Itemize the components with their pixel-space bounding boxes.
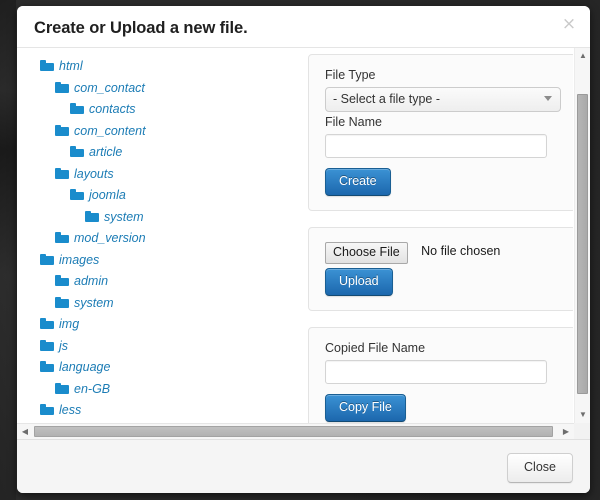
scroll-up-arrow-icon[interactable]: ▲: [575, 48, 590, 64]
tree-item-label: mod_version: [74, 231, 146, 245]
tree-item-admin[interactable]: admin: [17, 271, 287, 293]
folder-icon: [40, 254, 54, 265]
file-chooser-row: Choose File No file chosen: [325, 242, 559, 264]
tree-item-label: layouts: [74, 167, 114, 181]
modal-header: Create or Upload a new file. ×: [17, 6, 590, 48]
copied-file-name-input[interactable]: [325, 360, 547, 384]
tree-item-system[interactable]: system: [17, 207, 287, 229]
choose-file-button[interactable]: Choose File: [325, 242, 408, 264]
tree-item-label: js: [59, 339, 68, 353]
folder-icon: [55, 297, 69, 308]
folder-icon: [70, 103, 84, 114]
modal-footer: Close: [17, 439, 590, 493]
create-upload-file-modal: Create or Upload a new file. × html com_c…: [17, 6, 590, 493]
folder-icon: [55, 168, 69, 179]
horizontal-scrollbar[interactable]: ◀ ▶: [17, 423, 590, 439]
create-file-panel: File Type - Select a file type - File Na…: [308, 54, 573, 211]
no-file-chosen-text: No file chosen: [421, 244, 500, 258]
folder-icon: [55, 383, 69, 394]
copied-file-name-label: Copied File Name: [325, 340, 559, 356]
folder-icon: [55, 82, 69, 93]
tree-item-images[interactable]: images: [17, 250, 287, 272]
vertical-scrollbar-thumb[interactable]: [577, 94, 588, 394]
tree-item-label: system: [74, 296, 114, 310]
tree-item-system[interactable]: system: [17, 293, 287, 315]
folder-icon: [85, 211, 99, 222]
tree-item-label: img: [59, 317, 79, 331]
file-type-select-wrapper: - Select a file type -: [325, 87, 561, 112]
file-name-label: File Name: [325, 114, 559, 130]
folder-icon: [40, 361, 54, 372]
actions-column: File Type - Select a file type - File Na…: [308, 54, 573, 423]
folder-icon: [40, 60, 54, 71]
horizontal-scrollbar-thumb[interactable]: [34, 426, 553, 437]
folder-tree: html com_contact contacts com_contentarticl…: [17, 56, 287, 422]
tree-item-label: images: [59, 253, 99, 267]
page-title: Create or Upload a new file.: [34, 18, 248, 38]
tree-item-language[interactable]: language: [17, 357, 287, 379]
folder-icon: [40, 404, 54, 415]
vertical-scrollbar[interactable]: ▲ ▼: [574, 48, 590, 423]
tree-item-article[interactable]: article: [17, 142, 287, 164]
tree-item-com_content[interactable]: com_content: [17, 121, 287, 143]
tree-item-label: contacts: [89, 102, 136, 116]
backdrop-edge: [0, 0, 16, 500]
tree-item-label: system: [104, 210, 144, 224]
tree-item-label: less: [59, 403, 81, 417]
scroll-left-arrow-icon[interactable]: ◀: [17, 424, 33, 439]
tree-item-layouts[interactable]: layouts: [17, 164, 287, 186]
tree-item-js[interactable]: js: [17, 336, 287, 358]
file-type-label: File Type: [325, 67, 559, 83]
tree-item-contacts[interactable]: contacts: [17, 99, 287, 121]
scroll-right-arrow-icon[interactable]: ▶: [558, 424, 574, 439]
tree-item-label: joomla: [89, 188, 126, 202]
tree-item-html[interactable]: html: [17, 56, 287, 78]
tree-item-label: language: [59, 360, 110, 374]
create-button[interactable]: Create: [325, 168, 391, 196]
folder-icon: [55, 232, 69, 243]
tree-item-joomla[interactable]: joomla: [17, 185, 287, 207]
close-button[interactable]: Close: [507, 453, 573, 483]
folder-icon: [70, 146, 84, 157]
tree-item-label: article: [89, 145, 122, 159]
tree-item-label: com_content: [74, 124, 146, 138]
folder-icon: [70, 189, 84, 200]
copy-file-panel: Copied File Name Copy File: [308, 327, 573, 423]
tree-item-mod_version[interactable]: mod_version: [17, 228, 287, 250]
tree-item-com_contact[interactable]: com_contact: [17, 78, 287, 100]
tree-item-label: html: [59, 59, 83, 73]
modal-body: html com_contact contacts com_contentarticl…: [17, 48, 590, 439]
folder-icon: [55, 275, 69, 286]
tree-item-label: com_contact: [74, 81, 145, 95]
upload-button[interactable]: Upload: [325, 268, 393, 296]
upload-file-panel: Choose File No file chosen Upload: [308, 227, 573, 311]
file-type-select[interactable]: - Select a file type -: [325, 87, 561, 112]
scrollbar-corner: [574, 423, 590, 439]
folder-icon: [40, 340, 54, 351]
tree-item-en-gb[interactable]: en-GB: [17, 379, 287, 401]
close-icon[interactable]: ×: [559, 14, 579, 34]
modal-scroll-area: html com_contact contacts com_contentarticl…: [17, 48, 573, 423]
folder-icon: [40, 318, 54, 329]
tree-item-less[interactable]: less: [17, 400, 287, 422]
copy-file-button[interactable]: Copy File: [325, 394, 406, 422]
tree-item-label: en-GB: [74, 382, 110, 396]
folder-icon: [55, 125, 69, 136]
tree-item-img[interactable]: img: [17, 314, 287, 336]
scroll-down-arrow-icon[interactable]: ▼: [575, 407, 590, 423]
file-name-input[interactable]: [325, 134, 547, 158]
tree-item-label: admin: [74, 274, 108, 288]
